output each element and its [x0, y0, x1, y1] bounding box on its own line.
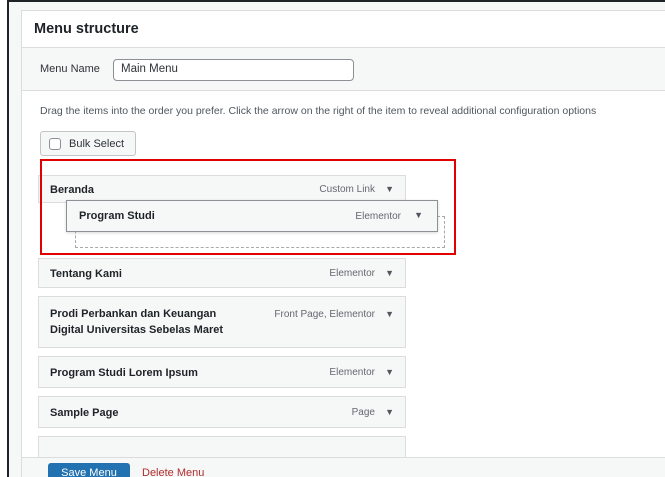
menu-item-prodi[interactable]: Prodi Perbankan dan Keuangan Digital Uni… [38, 296, 406, 348]
page-title: Menu structure [34, 21, 139, 37]
delete-menu-link[interactable]: Delete Menu [142, 467, 204, 477]
menu-item-type: Page [351, 407, 375, 418]
menu-item-type: Elementor [329, 268, 375, 279]
menu-editor-frame: Menu structure Menu Name Main Menu Drag … [7, 0, 665, 477]
menu-item-type: Front Page, Elementor [274, 309, 375, 320]
bulk-select-button[interactable]: Bulk Select [40, 131, 136, 156]
menu-item-sample-page[interactable]: Sample Page Page ▼ [38, 396, 406, 428]
menu-item-title: Sample Page [50, 407, 119, 419]
drag-instructions: Drag the items into the order you prefer… [40, 105, 597, 117]
triangle-down-icon[interactable]: ▼ [385, 367, 394, 377]
save-menu-button[interactable]: Save Menu [48, 463, 130, 477]
menu-item-program-studi-lorem-ipsum[interactable]: Program Studi Lorem Ipsum Elementor ▼ [38, 356, 406, 388]
menu-name-label: Menu Name [40, 63, 100, 75]
triangle-down-icon[interactable]: ▼ [385, 309, 394, 319]
menu-name-bar: Menu Name Main Menu [21, 48, 665, 91]
triangle-down-icon[interactable]: ▼ [385, 407, 394, 417]
menu-structure-header: Menu structure [21, 10, 665, 48]
bulk-select-checkbox[interactable] [49, 138, 61, 150]
menu-item-title-line-1: Prodi Perbankan dan Keuangan [50, 308, 217, 320]
highlight-box [40, 159, 456, 255]
menu-item-title: Tentang Kami [50, 268, 122, 280]
menu-item-tentang-kami[interactable]: Tentang Kami Elementor ▼ [38, 258, 406, 288]
menu-footer: Save Menu Delete Menu [21, 457, 665, 477]
menu-item-title-line-2: Digital Universitas Sebelas Maret [50, 324, 224, 336]
menu-item-type: Elementor [329, 367, 375, 378]
bulk-select-label: Bulk Select [69, 138, 125, 150]
menu-item-title: Program Studi Lorem Ipsum [50, 367, 198, 379]
menu-name-input[interactable]: Main Menu [113, 59, 354, 81]
triangle-down-icon[interactable]: ▼ [385, 268, 394, 278]
